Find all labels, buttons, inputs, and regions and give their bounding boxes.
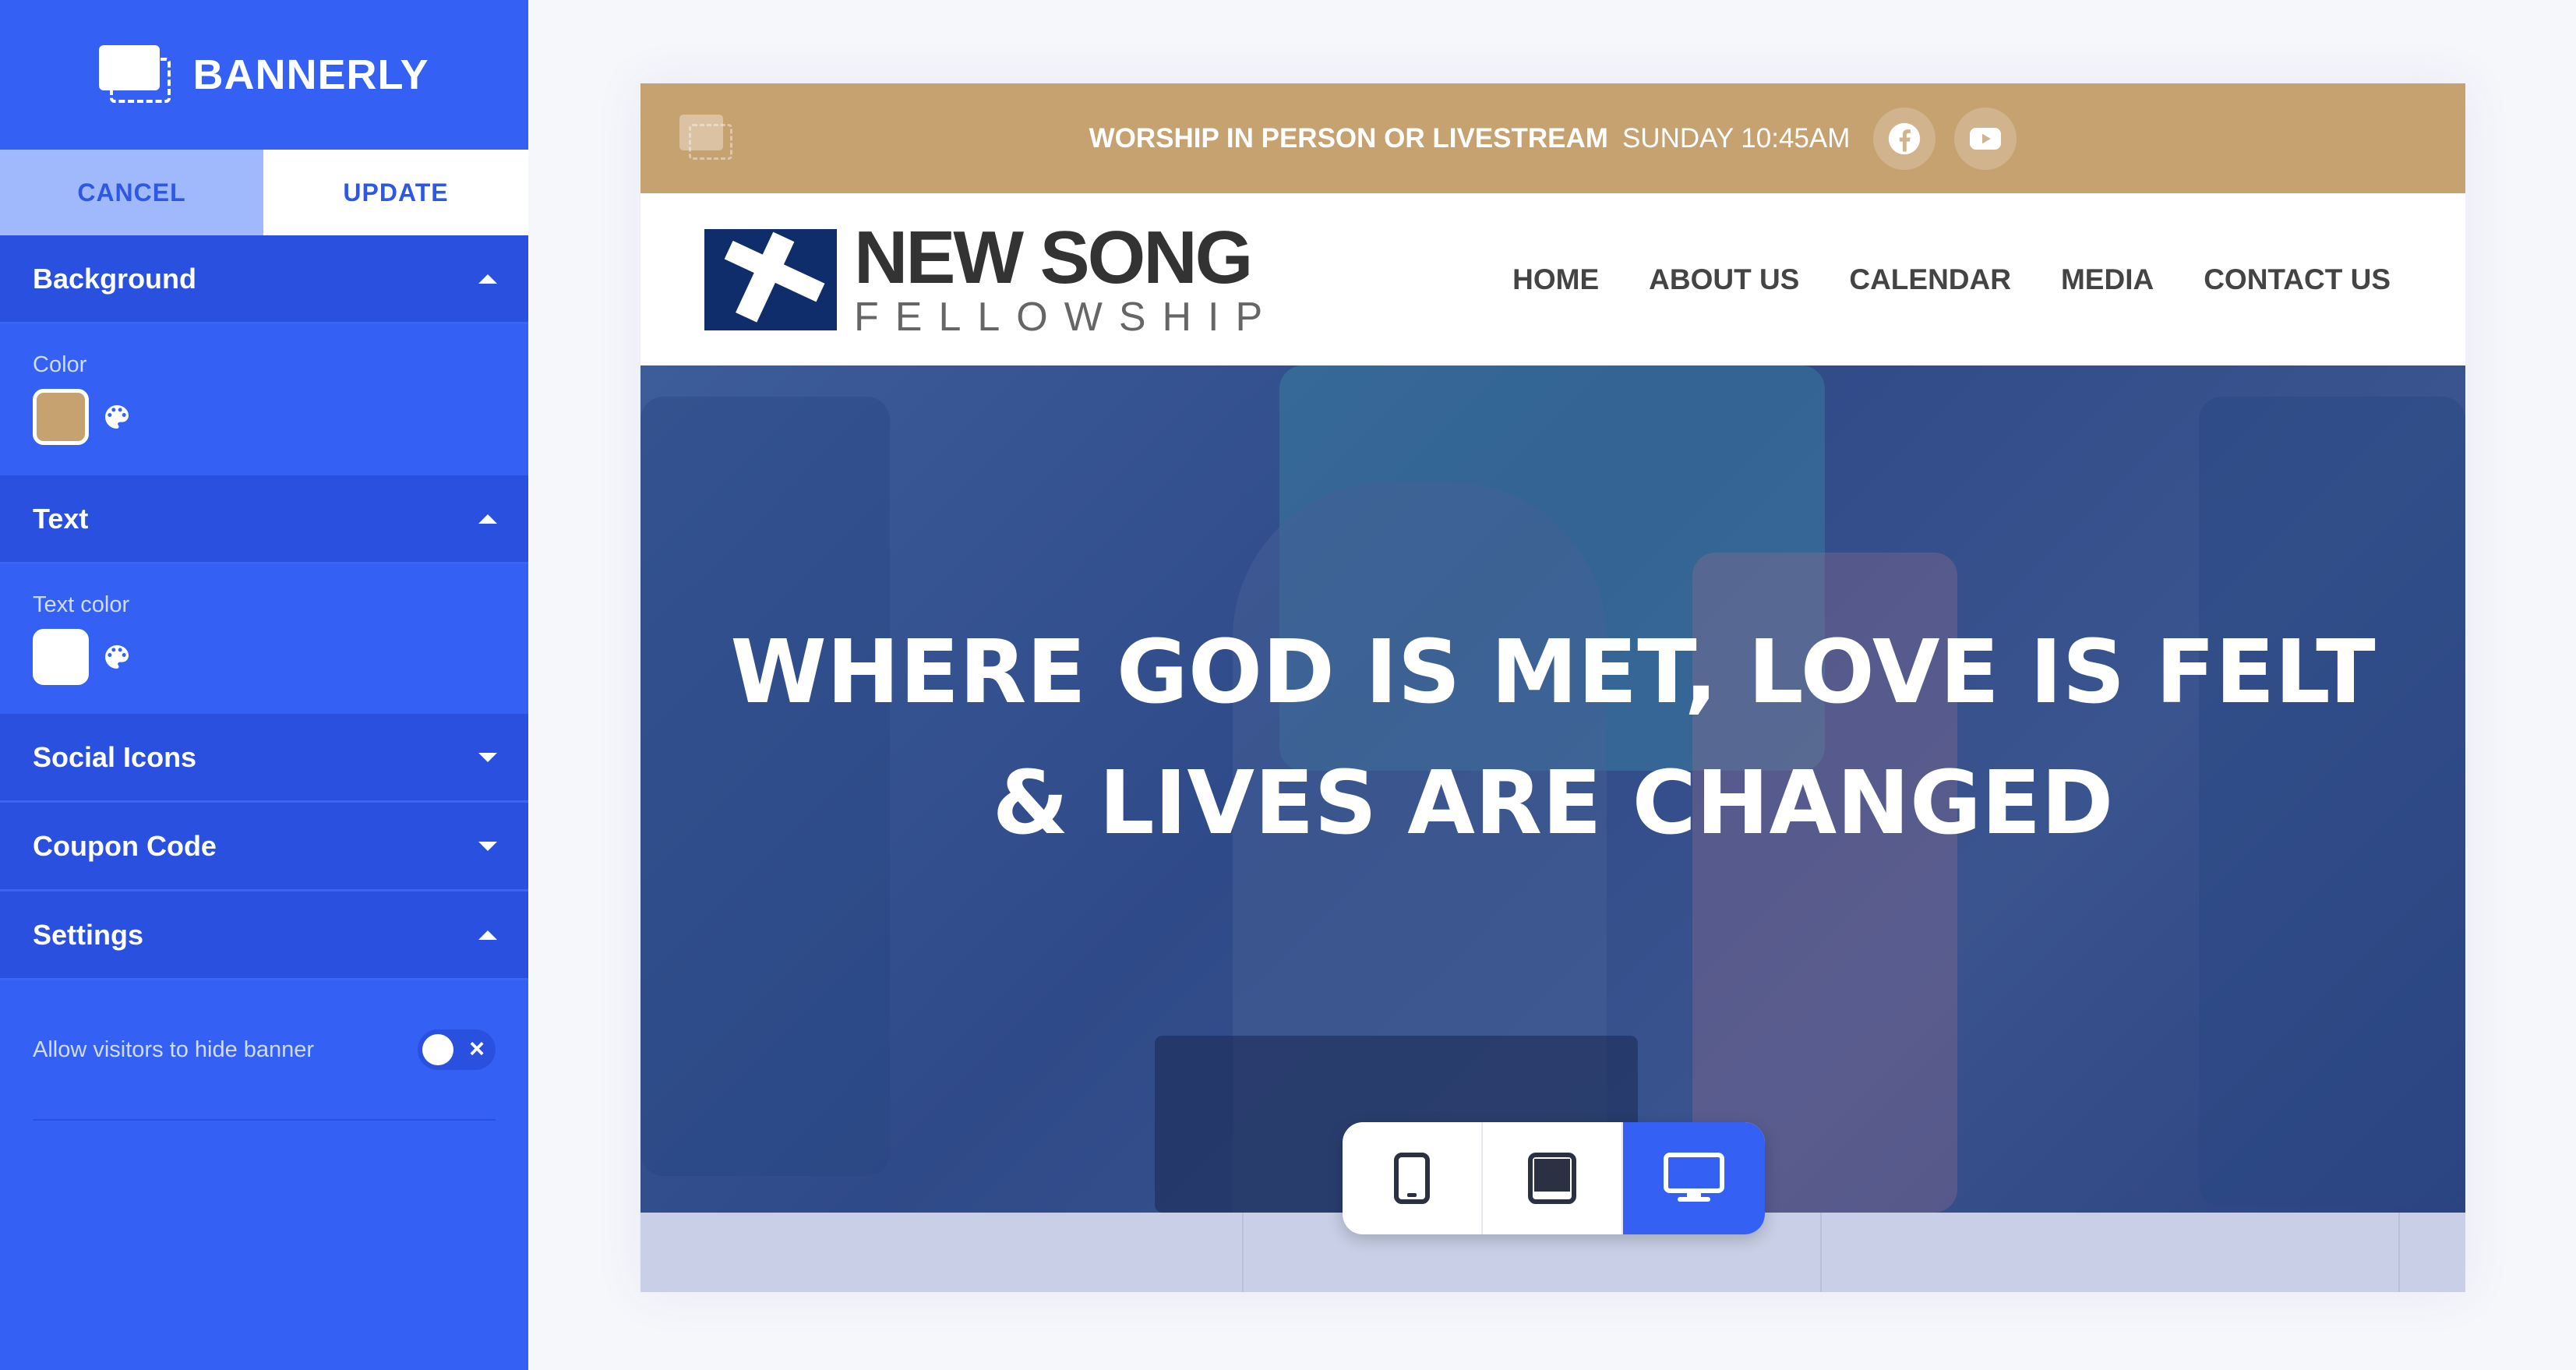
mobile-icon <box>1394 1153 1430 1204</box>
cancel-button[interactable]: CANCEL <box>0 150 263 235</box>
bannerly-logo-icon <box>679 115 734 160</box>
section-text-header[interactable]: Text <box>0 475 528 564</box>
section-social-icons-header[interactable]: Social Icons <box>0 714 528 803</box>
banner-text: WORSHIP IN PERSON OR LIVESTREAM <box>1089 122 1608 154</box>
text-color-label: Text color <box>33 592 130 617</box>
chevron-up-icon <box>478 930 497 940</box>
banner-time: SUNDAY 10:45AM <box>1621 122 1851 154</box>
nav-about-us[interactable]: ABOUT US <box>1649 263 1799 296</box>
setting-hide-banner: Allow visitors to hide banner × <box>33 980 496 1121</box>
section-coupon-code-header[interactable]: Coupon Code <box>0 803 528 892</box>
cross-icon <box>704 228 837 330</box>
hide-banner-label: Allow visitors to hide banner <box>33 1036 315 1062</box>
close-icon: × <box>469 1034 485 1064</box>
chevron-down-icon <box>478 752 497 762</box>
hide-banner-toggle[interactable]: × <box>418 1029 496 1070</box>
section-text-title: Text <box>33 502 89 535</box>
palette-icon[interactable] <box>101 401 132 433</box>
hero-title-line2: & LIVES ARE CHANGED <box>992 753 2114 854</box>
brand: BANNERLY <box>0 0 528 150</box>
background-color-label: Color <box>33 352 87 377</box>
section-social-icons-title: Social Icons <box>33 740 197 773</box>
facebook-icon[interactable] <box>1873 107 1936 170</box>
device-desktop-button[interactable] <box>1623 1122 1765 1234</box>
palette-icon[interactable] <box>101 641 132 673</box>
site-header: NEW SONG FELLOWSHIP HOME ABOUT US CALEND… <box>640 193 2465 365</box>
hero-section: WHERE GOD IS MET, LOVE IS FELT & LIVES A… <box>640 365 2465 1213</box>
chevron-down-icon <box>478 841 497 851</box>
section-background-header[interactable]: Background <box>0 235 528 324</box>
device-switcher <box>1343 1122 1765 1234</box>
nav-media[interactable]: MEDIA <box>2061 263 2154 296</box>
action-row: CANCEL UPDATE <box>0 150 528 235</box>
chevron-up-icon <box>478 274 497 284</box>
section-settings-body: Allow visitors to hide banner × <box>0 980 528 1121</box>
nav-contact-us[interactable]: CONTACT US <box>2204 263 2391 296</box>
desktop-icon <box>1664 1153 1724 1202</box>
section-text-body: Text color <box>0 564 528 714</box>
text-color-swatch[interactable] <box>33 629 89 685</box>
section-background-title: Background <box>33 262 197 295</box>
nav-calendar[interactable]: CALENDAR <box>1849 263 2011 296</box>
banner-preview: WORSHIP IN PERSON OR LIVESTREAM SUNDAY 1… <box>640 83 2465 1292</box>
device-tablet-button[interactable] <box>1483 1122 1623 1234</box>
device-mobile-button[interactable] <box>1343 1122 1483 1234</box>
chevron-up-icon <box>478 514 497 524</box>
hero-title-line1: WHERE GOD IS MET, LOVE IS FELT <box>730 622 2376 723</box>
brand-name: BANNERLY <box>192 51 429 98</box>
section-background-body: Color <box>0 324 528 475</box>
background-color-swatch[interactable] <box>33 389 89 445</box>
section-settings-header[interactable]: Settings <box>0 892 528 980</box>
section-coupon-code-title: Coupon Code <box>33 829 217 862</box>
site-logo[interactable]: NEW SONG FELLOWSHIP <box>704 215 1279 340</box>
tablet-icon <box>1528 1153 1576 1204</box>
bannerly-logo-icon <box>99 45 174 104</box>
editor-sidebar: BANNERLY CANCEL UPDATE Background Color … <box>0 0 528 1370</box>
site-nav: HOME ABOUT US CALENDAR MEDIA CONTACT US <box>1512 263 2391 296</box>
announcement-banner: WORSHIP IN PERSON OR LIVESTREAM SUNDAY 1… <box>640 83 2465 193</box>
site-logo-line2: FELLOWSHIP <box>854 294 1279 340</box>
update-button[interactable]: UPDATE <box>263 150 528 235</box>
nav-home[interactable]: HOME <box>1512 263 1599 296</box>
hero-title: WHERE GOD IS MET, LOVE IS FELT & LIVES A… <box>640 607 2465 869</box>
section-settings-title: Settings <box>33 918 144 951</box>
site-logo-line1: NEW SONG <box>854 215 1253 299</box>
youtube-icon[interactable] <box>1954 107 2017 170</box>
